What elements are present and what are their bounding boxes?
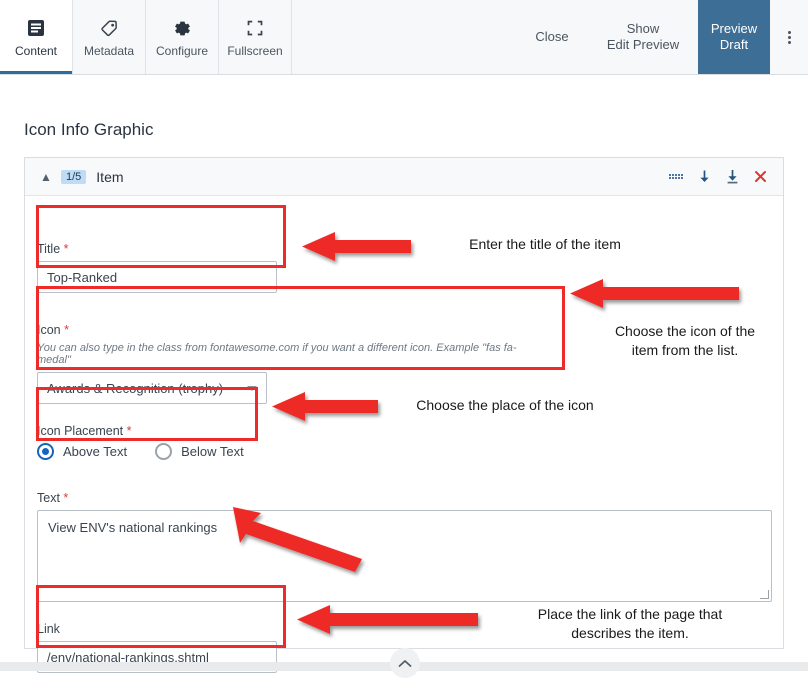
top-toolbar: Content Metadata Configure Fullscreen Cl [0, 0, 808, 75]
icon-placement-radio-group: Above Text Below Text [37, 443, 257, 460]
icon-field-group: Icon * You can also type in the class fr… [37, 323, 542, 404]
remove-icon[interactable] [747, 164, 773, 190]
required-asterisk: * [123, 424, 132, 438]
annotation-link-line2: describes the item. [571, 624, 689, 641]
icon-select-value: Awards & Recognition (trophy) [47, 380, 224, 396]
text-field-label: Text * [37, 491, 772, 505]
icon-placement-label-text: Icon Placement [37, 424, 124, 438]
text-textarea[interactable]: View ENV's national rankings [37, 510, 772, 602]
kebab-dot [787, 35, 791, 39]
preview-draft-line1: Preview [710, 20, 758, 36]
annotation-link-line1: Place the link of the page that [537, 606, 723, 622]
radio-above-text-indicator [37, 443, 54, 460]
radio-above-text-label: Above Text [63, 444, 128, 459]
tab-metadata-label: Metadata [83, 44, 135, 58]
title-field-group: Title * Top-Ranked [37, 242, 277, 293]
item-counter-badge: 1/5 [61, 169, 87, 184]
page-title: Icon Info Graphic [24, 120, 154, 139]
chevron-up-icon [398, 659, 412, 667]
title-label-text: Title [37, 242, 61, 256]
tab-fullscreen[interactable]: Fullscreen [219, 0, 292, 74]
icon-field-helper-text: You can also type in the class from font… [37, 342, 517, 366]
move-down-icon[interactable] [691, 164, 717, 190]
text-label-text: Text [37, 491, 60, 505]
tab-configure-label: Configure [155, 44, 209, 58]
text-field-group: Text * View ENV's national rankings [37, 491, 772, 602]
move-to-bottom-icon[interactable] [719, 164, 745, 190]
show-edit-preview-line2: Edit Preview [606, 37, 680, 52]
tab-content[interactable]: Content [0, 0, 73, 74]
more-options-button[interactable] [770, 0, 808, 74]
required-asterisk: * [59, 491, 69, 505]
item-panel-title: Item [96, 168, 124, 185]
required-asterisk: * [60, 242, 69, 256]
icon-field-label: Icon * [37, 323, 542, 337]
kebab-dot [787, 30, 791, 34]
icon-placement-field-group: Icon Placement * Above Text Below Text [37, 424, 257, 460]
content-icon [27, 17, 45, 39]
annotation-title: Enter the title of the item [469, 236, 621, 252]
fullscreen-icon [246, 17, 264, 39]
title-input[interactable]: Top-Ranked [37, 261, 277, 293]
tab-configure[interactable]: Configure [146, 0, 219, 74]
tag-icon [100, 17, 119, 39]
annotation-icon: Choose the icon of the item from the lis… [575, 322, 795, 360]
radio-below-text-label: Below Text [181, 444, 244, 459]
scroll-up-button[interactable] [390, 648, 420, 678]
annotation-link: Place the link of the page that describe… [495, 605, 765, 643]
annotation-icon-placement: Choose the place of the icon [416, 397, 594, 413]
tab-fullscreen-label: Fullscreen [227, 44, 283, 58]
icon-placement-field-label: Icon Placement * [37, 424, 257, 438]
radio-above-text[interactable]: Above Text [37, 443, 127, 460]
kebab-dot [787, 40, 791, 44]
tab-content-label: Content [14, 44, 58, 58]
show-edit-preview-button[interactable]: Show Edit Preview [588, 0, 698, 74]
link-field-label: Link [37, 622, 60, 636]
tab-metadata[interactable]: Metadata [73, 0, 146, 74]
icon-label-text: Icon [37, 323, 61, 337]
gear-icon [173, 17, 192, 39]
title-field-label: Title * [37, 242, 277, 256]
chevron-down-icon [247, 385, 257, 391]
close-button[interactable]: Close [516, 0, 588, 74]
annotation-icon-line2: item from the list. [631, 341, 739, 358]
drag-handle-icon[interactable] [663, 164, 689, 190]
required-asterisk: * [60, 323, 69, 337]
preview-draft-button[interactable]: Preview Draft [698, 0, 770, 74]
preview-draft-line2: Draft [719, 37, 749, 52]
chevron-up-icon[interactable]: ▲ [37, 170, 55, 184]
show-edit-preview-line1: Show [626, 20, 660, 36]
annotation-icon-line1: Choose the icon of the [614, 323, 756, 339]
item-panel-header: ▲ 1/5 Item [25, 158, 783, 196]
radio-below-text[interactable]: Below Text [155, 443, 244, 460]
radio-below-text-indicator [155, 443, 173, 460]
icon-select[interactable]: Awards & Recognition (trophy) [37, 372, 267, 404]
